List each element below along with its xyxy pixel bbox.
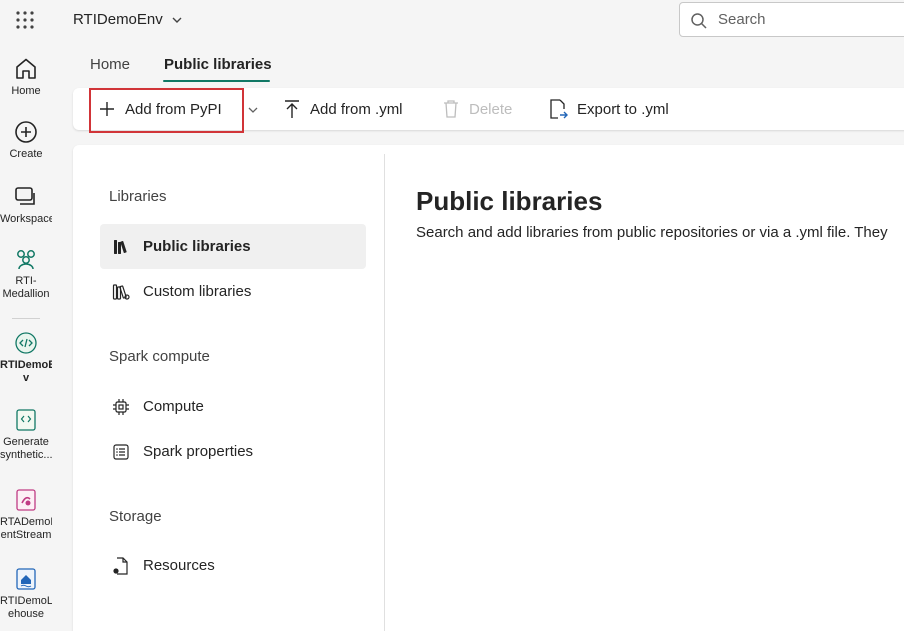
section-title-libraries: Libraries: [109, 188, 167, 205]
nav-item-custom-libraries[interactable]: Custom libraries: [100, 269, 366, 314]
home-icon: [16, 58, 36, 79]
search-icon: [691, 13, 707, 29]
rail-label: Create: [9, 148, 43, 160]
medallion-icon: [17, 250, 35, 270]
eventstream-icon: [16, 489, 36, 511]
chevron-down-icon[interactable]: [246, 103, 260, 117]
rail-label: Workspaces: [0, 213, 52, 225]
page-title: Public libraries: [416, 186, 603, 216]
rail-label: entStream: [0, 529, 52, 541]
section-title-spark-compute: Spark compute: [109, 348, 210, 365]
left-rail: Home Create Workspaces RTI- Medallion: [0, 0, 52, 631]
rail-label: Home: [11, 85, 41, 97]
tab-public-libraries[interactable]: Public libraries: [164, 56, 272, 73]
rail-item-eventstream[interactable]: RTADemoEv entStream: [0, 487, 52, 542]
search-placeholder: Search: [718, 11, 766, 28]
rail-label: RTADemoEv: [0, 516, 52, 528]
nav-label: Public libraries: [143, 238, 251, 255]
rail-label: Medallion: [2, 288, 50, 300]
add-from-yml-label: Add from .yml: [310, 100, 403, 118]
nav-label: Custom libraries: [143, 283, 252, 300]
rail-item-rti-medallion[interactable]: RTI- Medallion: [0, 246, 52, 301]
chevron-down-icon[interactable]: [170, 13, 184, 27]
delete-button[interactable]: Delete: [442, 88, 512, 130]
lakehouse-icon: [16, 568, 36, 590]
trash-icon: [444, 100, 458, 118]
search-box[interactable]: Search: [679, 2, 904, 37]
rail-item-create[interactable]: Create: [0, 119, 52, 161]
add-from-yml-button[interactable]: Add from .yml: [283, 88, 403, 130]
nav-label: Spark properties: [143, 443, 254, 460]
rail-item-lakehouse[interactable]: RTIDemoLak ehouse: [0, 566, 52, 621]
app-launcher-icon[interactable]: [15, 10, 35, 30]
rail-item-rtidemoenv[interactable]: RTIDemoEn v: [0, 330, 52, 385]
delete-label: Delete: [469, 100, 513, 118]
tab-home[interactable]: Home: [90, 56, 130, 73]
list-icon: [113, 443, 129, 460]
export-to-yml-button[interactable]: Export to .yml: [548, 88, 669, 130]
export-icon: [550, 99, 568, 119]
nav-item-spark-properties[interactable]: Spark properties: [100, 429, 366, 474]
rail-label: v: [22, 372, 30, 384]
nav-label: Resources: [143, 557, 215, 574]
create-icon: [15, 121, 37, 143]
rail-item-home[interactable]: Home: [0, 56, 52, 98]
nav-item-resources[interactable]: Resources: [100, 543, 366, 588]
resources-icon: [113, 556, 128, 575]
workspace-name[interactable]: RTIDemoEnv: [73, 11, 163, 28]
libraries-icon: [114, 239, 127, 254]
rail-item-workspaces[interactable]: Workspaces: [0, 184, 52, 226]
notebook-icon: [16, 409, 36, 431]
nav-item-compute[interactable]: Compute: [100, 384, 366, 429]
rail-label: Generate: [3, 436, 49, 448]
rail-label: RTI-: [15, 275, 37, 287]
panel-divider: [384, 154, 385, 631]
upload-icon: [285, 100, 299, 118]
rail-label: RTIDemoLak: [0, 595, 52, 607]
export-to-yml-label: Export to .yml: [577, 100, 669, 118]
rail-item-generate-synthetic[interactable]: Generate synthetic...: [0, 407, 52, 462]
nav-item-public-libraries[interactable]: Public libraries: [100, 224, 366, 269]
active-tab-indicator: [163, 80, 270, 82]
rail-label: synthetic...: [0, 449, 52, 461]
custom-libraries-icon: [112, 283, 130, 300]
rail-label: RTIDemoEn: [0, 359, 52, 371]
environment-icon: [15, 332, 37, 354]
section-title-storage: Storage: [109, 508, 162, 525]
highlight-box: [89, 88, 244, 133]
page-description: Search and add libraries from public rep…: [416, 224, 888, 241]
nav-label: Compute: [143, 398, 204, 415]
rail-divider: [12, 318, 40, 319]
workspaces-icon: [15, 187, 35, 205]
rail-label: ehouse: [7, 608, 45, 620]
chip-icon: [113, 398, 129, 415]
